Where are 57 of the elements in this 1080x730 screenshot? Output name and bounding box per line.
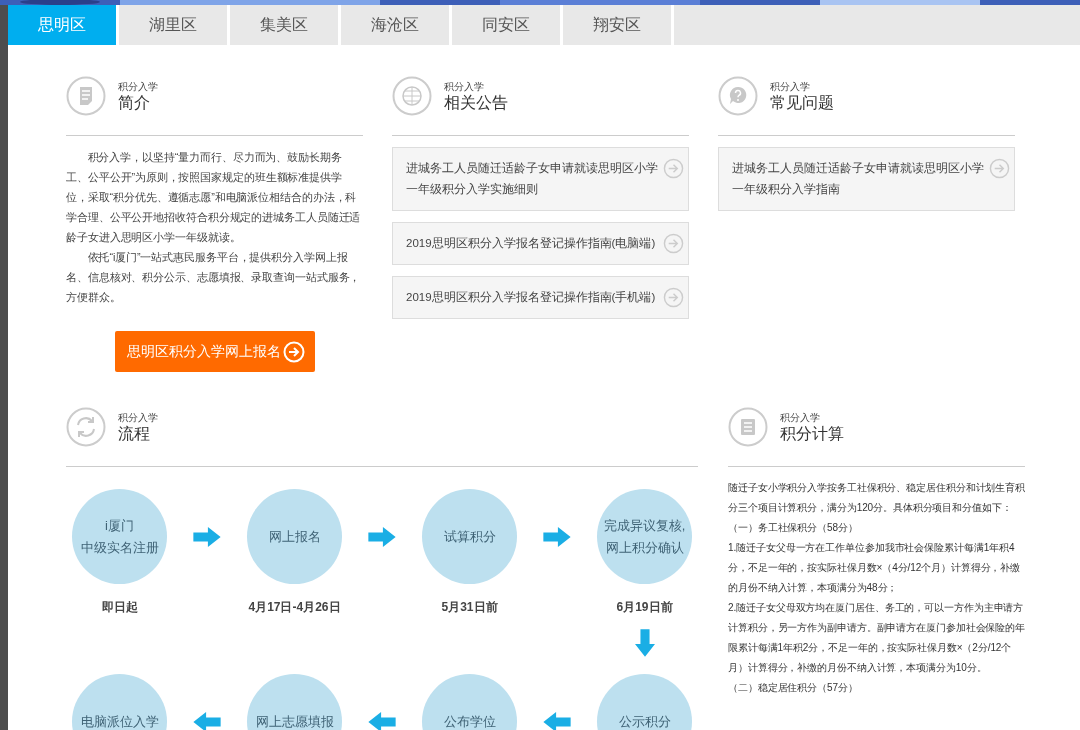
arrow-circle-icon [282, 340, 305, 363]
notice-link[interactable]: 进城务工人员随迁适龄子女申请就读思明区小学一年级积分入学实施细则 [392, 147, 689, 211]
section-kicker: 积分入学 [118, 79, 158, 93]
step-label: 完成异议复核, [603, 516, 686, 535]
refresh-icon [66, 407, 106, 447]
district-tab[interactable]: 翔安区 [563, 5, 671, 45]
calc-paragraph: 1.随迁子女父母一方在工作单位参加我市社会保险累计每满1年积4分，不足一年的，按实际社保月数×（4分/12个月）计算得分，补缴的月份不纳入计算，本项满分为48分； [728, 541, 1022, 595]
section-kicker: 积分入学 [770, 79, 811, 93]
section-kicker: 积分入学 [118, 410, 158, 424]
section-title: 积分计算 [780, 423, 844, 444]
faq-link[interactable]: 进城务工人员随迁适龄子女申请就读思明区小学一年级积分入学指南 [718, 147, 1015, 211]
document-icon [66, 76, 106, 116]
step-label: 公示积分 [618, 712, 671, 730]
calc-paragraph: 2.随迁子女父母双方均在厦门居住、务工的，可以一方作为主申请方计算积分，另一方作为副申请方。副申请方在厦门参加社会保险的年限累计每满1年积2分，不足一年的，按实际社保月数×（2分/12个月）计算得分，补缴的月份不纳入计算，本项满分为10分。 [728, 601, 1025, 675]
right-arrow-icon [368, 526, 396, 547]
step-label: 公布学位 [443, 712, 496, 730]
step-date: 6月19日前 [616, 600, 673, 614]
step-date: 5月31日前 [441, 600, 498, 614]
district-tab[interactable]: 集美区 [230, 5, 338, 45]
section-title: 相关公告 [444, 92, 508, 113]
calc-paragraph: 随迁子女小学积分入学按务工社保积分、稳定居住积分和计划生育积分三个项目计算积分，满分为120分。具体积分项目和分值如下： [728, 481, 1025, 515]
arrow-circle-icon [663, 287, 684, 308]
right-arrow-icon [543, 526, 571, 547]
right-arrow-icon [193, 526, 221, 547]
arrow-circle-icon [989, 158, 1010, 179]
help-icon [718, 76, 758, 116]
intro-paragraph: 依托“i厦门”一站式惠民服务平台，提供积分入学网上报名、信息核对、积分公示、志愿填报、录取查询一站式服务，方便群众。 [66, 250, 362, 305]
left-arrow-icon [193, 711, 221, 730]
section-title: 简介 [118, 92, 151, 113]
left-arrow-icon [368, 711, 396, 730]
down-arrow-icon [634, 629, 655, 657]
step-label: 电脑派位入学 [80, 712, 159, 730]
step-label: 网上积分确认 [605, 538, 684, 557]
step-label: i厦门 [105, 516, 134, 535]
left-arrow-icon [543, 711, 571, 730]
calc-paragraph: （一）务工社保积分（58分） [728, 521, 859, 535]
notebook-icon [728, 407, 768, 447]
notice-link[interactable]: 2019思明区积分入学报名登记操作指南(电脑端) [392, 222, 689, 265]
step-label: 网上志愿填报 [255, 712, 334, 730]
step-date: 4月17日-4月26日 [248, 600, 341, 614]
arrow-circle-icon [663, 158, 684, 179]
district-tab[interactable]: 湖里区 [119, 5, 227, 45]
calc-paragraph: （二）稳定居住积分（57分） [728, 681, 859, 695]
section-kicker: 积分入学 [780, 410, 821, 424]
section-title: 常见问题 [770, 92, 834, 113]
step-label: 网上报名 [268, 527, 321, 546]
notice-link[interactable]: 2019思明区积分入学报名登记操作指南(手机端) [392, 276, 689, 319]
section-kicker: 积分入学 [444, 79, 485, 93]
globe-icon [392, 76, 432, 116]
district-tab[interactable]: 同安区 [452, 5, 560, 45]
step-label: 试算积分 [443, 527, 496, 546]
section-title: 流程 [118, 423, 151, 444]
arrow-circle-icon [663, 233, 684, 254]
intro-paragraph: 积分入学，以坚持“量力而行、尽力而为、鼓励长期务工、公平公开”为原则，按照国家规定的班生额标准提供学位，采取“积分优先、遵循志愿”和电脑派位相结合的办法，科学合理、公平公开地招收符合积分规定的进城务工人员随迁适龄子女进入思明区小学一年级就读。 [66, 150, 362, 245]
step-date: 即日起 [101, 600, 138, 614]
district-tab[interactable]: 海沧区 [341, 5, 449, 45]
step-label: 中级实名注册 [80, 538, 159, 557]
